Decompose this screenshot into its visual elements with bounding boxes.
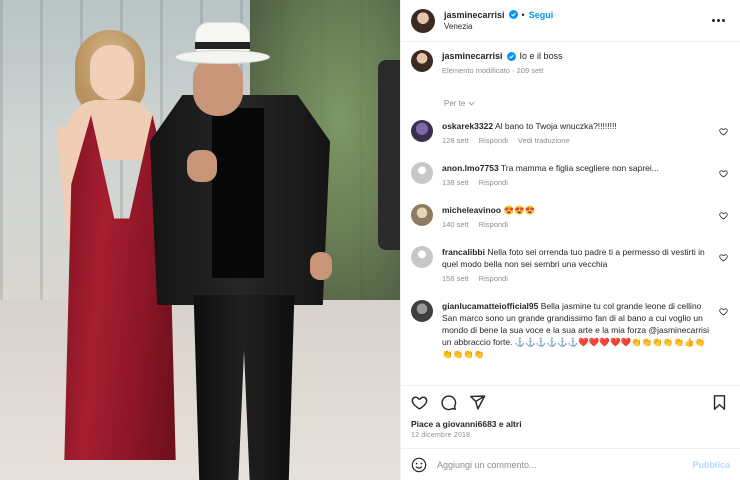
man-white-hat: [175, 22, 270, 64]
caption-avatar[interactable]: [411, 50, 433, 72]
reply-button[interactable]: Rispondi: [479, 219, 508, 231]
verified-badge-icon: [508, 10, 518, 19]
post-header: jasminecarrisi • Segui Venezia: [401, 0, 740, 42]
hat-brim: [175, 50, 270, 64]
share-icon[interactable]: [469, 394, 486, 411]
commenter-avatar[interactable]: [411, 204, 433, 226]
heart-icon[interactable]: [719, 253, 728, 262]
comment-text: oskarek3322 Al bano to Twoja wnuczka?!!!…: [442, 120, 710, 132]
comments-list[interactable]: jasminecarrisi Io e il boss Elemento mod…: [401, 42, 740, 385]
comment-message: Al bano to Twoja wnuczka?!!!!!!!!: [494, 121, 617, 131]
background-person-edge: [378, 60, 400, 250]
comment-text: francalibbi Nella foto sei orrenda tuo p…: [442, 246, 710, 270]
author-username[interactable]: jasminecarrisi: [444, 9, 505, 21]
caption-edited: Elemento modificato · 209 sett: [442, 66, 544, 75]
action-bar: [401, 385, 740, 418]
post-caption: jasminecarrisi Io e il boss Elemento mod…: [411, 50, 728, 77]
caption-line: jasminecarrisi Io e il boss: [442, 50, 728, 62]
commenter-username[interactable]: oskarek3322: [442, 121, 493, 131]
man-face: [193, 58, 243, 116]
comment-meta: 158 sett Rispondi: [442, 273, 710, 285]
comment-meta: 128 sett Rispondi Vedi traduzione: [442, 135, 710, 147]
post-photo[interactable]: [0, 0, 400, 480]
comment-message: Tra mamma e figlia scegliere non saprei.…: [500, 163, 659, 173]
comment-body: gianlucamatteiofficial95 Bella jasmine t…: [442, 300, 728, 360]
comment-time: 128 sett: [442, 136, 469, 145]
hat-band: [195, 42, 250, 49]
caption-meta: Elemento modificato · 209 sett: [442, 65, 728, 77]
reply-button[interactable]: Rispondi: [479, 135, 508, 147]
woman-face: [90, 45, 134, 100]
commenter-username[interactable]: gianlucamatteiofficial95: [442, 301, 538, 311]
heart-icon[interactable]: [719, 169, 728, 178]
bookmark-icon[interactable]: [711, 394, 728, 411]
likes-summary[interactable]: Piace a giovanni6683 e altri: [401, 418, 740, 430]
verified-badge-icon: [506, 51, 516, 61]
header-line: jasminecarrisi • Segui: [444, 9, 708, 21]
comment-item: anon.lmo7753 Tra mamma e figlia sceglier…: [411, 162, 728, 189]
commenter-avatar[interactable]: [411, 162, 433, 184]
follow-button[interactable]: Segui: [529, 9, 554, 21]
commenter-avatar[interactable]: [411, 300, 433, 322]
separator-dot: •: [521, 9, 525, 20]
comment-item: francalibbi Nella foto sei orrenda tuo p…: [411, 246, 728, 285]
heart-icon[interactable]: [719, 307, 728, 316]
for-you-label: Per te: [444, 99, 466, 108]
comment-body: anon.lmo7753 Tra mamma e figlia sceglier…: [442, 162, 728, 189]
see-translation-button[interactable]: Vedi traduzione: [518, 135, 570, 147]
post-sidebar: jasminecarrisi • Segui Venezia jasmineca…: [400, 0, 740, 480]
man-shirt: [212, 108, 264, 278]
comment-body: francalibbi Nella foto sei orrenda tuo p…: [442, 246, 728, 285]
comment-input[interactable]: Aggiungi un commento...: [437, 460, 682, 470]
comment-text: micheleavinoo 😍😍😍: [442, 204, 710, 216]
caption-username[interactable]: jasminecarrisi: [442, 50, 503, 62]
heart-icon[interactable]: [719, 211, 728, 220]
caption-body: jasminecarrisi Io e il boss Elemento mod…: [442, 50, 728, 77]
comment-item: oskarek3322 Al bano to Twoja wnuczka?!!!…: [411, 120, 728, 147]
comment-text: gianlucamatteiofficial95 Bella jasmine t…: [442, 300, 710, 360]
comment-icon[interactable]: [440, 394, 457, 411]
comment-item: micheleavinoo 😍😍😍 140 sett Rispondi: [411, 204, 728, 231]
reply-button[interactable]: Rispondi: [479, 273, 508, 285]
comment-meta: 140 sett Rispondi: [442, 219, 710, 231]
comment-body: oskarek3322 Al bano to Twoja wnuczka?!!!…: [442, 120, 728, 147]
comment-text: anon.lmo7753 Tra mamma e figlia sceglier…: [442, 162, 710, 174]
comment-time: 158 sett: [442, 274, 469, 283]
comment-body: micheleavinoo 😍😍😍 140 sett Rispondi: [442, 204, 728, 231]
man-hand: [187, 150, 217, 182]
comment-item: gianlucamatteiofficial95 Bella jasmine t…: [411, 300, 728, 360]
for-you-toggle[interactable]: Per te: [444, 99, 728, 108]
man-hand-right: [310, 252, 332, 280]
comment-meta: 138 sett Rispondi: [442, 177, 710, 189]
commenter-username[interactable]: micheleavinoo: [442, 205, 501, 215]
commenter-avatar[interactable]: [411, 120, 433, 142]
caption-text: Io e il boss: [519, 51, 563, 61]
publish-button[interactable]: Pubblica: [692, 460, 730, 470]
author-avatar[interactable]: [411, 8, 435, 33]
comment-time: 140 sett: [442, 220, 469, 229]
comment-message: 😍😍😍: [503, 205, 536, 215]
commenter-username[interactable]: francalibbi: [442, 247, 485, 257]
heart-icon[interactable]: [719, 127, 728, 136]
post-date: 12 dicembre 2018: [411, 432, 471, 439]
heart-icon[interactable]: [411, 394, 428, 411]
commenter-avatar[interactable]: [411, 246, 433, 268]
commenter-username[interactable]: anon.lmo7753: [442, 163, 499, 173]
likes-text[interactable]: Piace a giovanni6683 e altri: [411, 419, 522, 429]
more-options-icon[interactable]: [708, 14, 728, 28]
instagram-post: jasminecarrisi • Segui Venezia jasmineca…: [0, 0, 740, 480]
comment-time: 138 sett: [442, 178, 469, 187]
header-text: jasminecarrisi • Segui Venezia: [444, 9, 708, 33]
chevron-down-icon: [468, 101, 475, 106]
emoji-icon[interactable]: [411, 457, 427, 473]
add-comment-bar: Aggiungi un commento... Pubblica: [401, 448, 740, 480]
post-location[interactable]: Venezia: [444, 21, 708, 33]
reply-button[interactable]: Rispondi: [479, 177, 508, 189]
